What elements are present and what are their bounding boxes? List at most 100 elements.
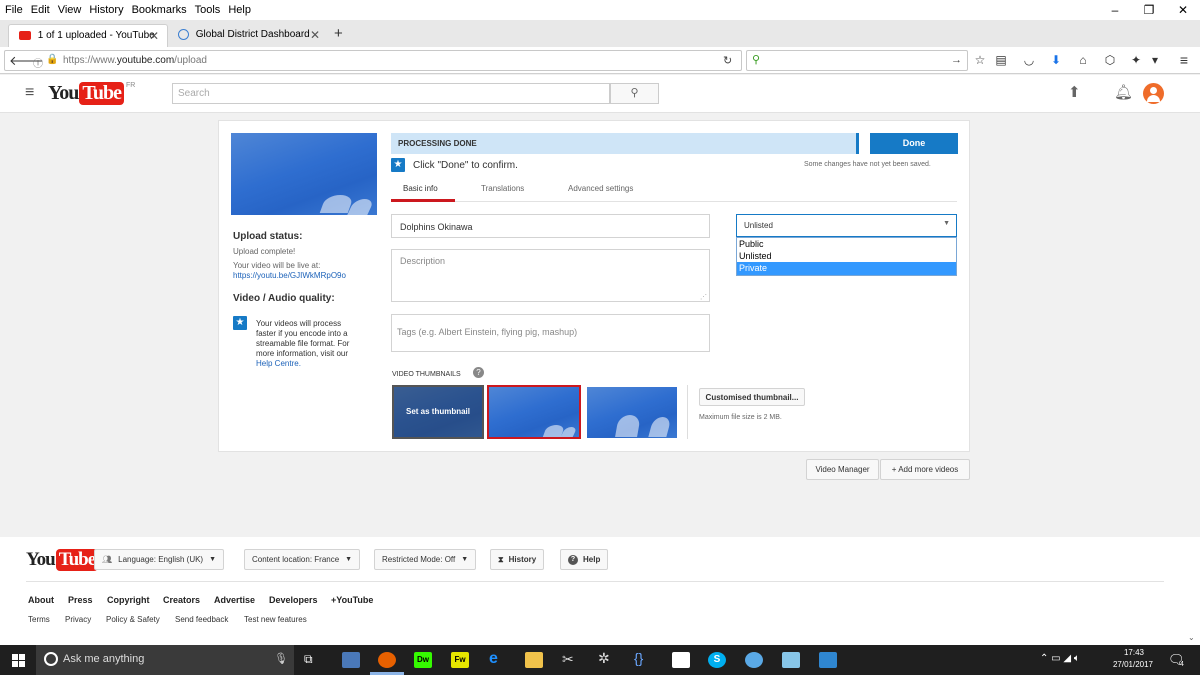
cortana-search-box[interactable]: Ask me anything 🎙︎ (36, 645, 294, 675)
content-location-button[interactable]: Content location: France ▼ (244, 549, 361, 570)
youtube-logo[interactable]: You Tube FR (48, 82, 135, 105)
notifications-bell-icon[interactable]: 🔔︎ (1114, 83, 1133, 101)
hamburger-menu-icon[interactable]: ≡ (1176, 52, 1192, 68)
reading-list-icon[interactable]: ▤ (993, 52, 1009, 68)
footer-link-plus-youtube[interactable]: +YouTube (331, 595, 373, 605)
tab-global-district-dashboard[interactable]: Global District Dashboard ✕ (168, 24, 328, 47)
minimize-button[interactable]: – (1098, 0, 1132, 20)
menu-tools[interactable]: Tools (195, 4, 221, 16)
code-braces-icon[interactable]: {} (634, 650, 643, 666)
menu-history[interactable]: History (89, 4, 123, 16)
tools-icon[interactable]: ✂ (562, 651, 574, 668)
thumbnail-option-3[interactable] (587, 387, 677, 438)
browser-icon[interactable] (745, 652, 763, 668)
footer-link-advertise[interactable]: Advertise (214, 595, 255, 605)
menu-bookmarks[interactable]: Bookmarks (132, 4, 187, 16)
set-as-thumbnail-label[interactable]: Set as thumbnail (394, 407, 482, 416)
new-tab-button[interactable]: + (334, 25, 343, 42)
close-tab-icon[interactable]: ✕ (310, 24, 320, 46)
edge-icon[interactable]: e (489, 650, 498, 668)
bookmark-star-icon[interactable]: ☆ (972, 52, 988, 68)
history-button[interactable]: ⧗ History (490, 549, 545, 570)
footer-link-press[interactable]: Press (68, 595, 93, 605)
search-engine-icon[interactable]: ⚲ (752, 53, 760, 66)
footer-link-test-new-features[interactable]: Test new features (244, 615, 307, 624)
tags-input[interactable]: Tags (e.g. Albert Einstein, flying pig, … (391, 314, 710, 352)
footer-link-creators[interactable]: Creators (163, 595, 200, 605)
skype-icon[interactable]: S (708, 652, 726, 668)
settings-gear-icon[interactable]: ✲ (598, 650, 610, 667)
customised-thumbnail-button[interactable]: Customised thumbnail... (699, 388, 805, 406)
footer-link-developers[interactable]: Developers (269, 595, 318, 605)
pocket-icon[interactable]: ◡ (1021, 52, 1037, 68)
file-explorer-icon[interactable] (525, 652, 543, 668)
addon-icon[interactable]: ✦ (1128, 52, 1144, 68)
download-icon[interactable]: ⬇ (1048, 52, 1064, 68)
windows-start-icon[interactable] (12, 654, 25, 667)
restricted-mode-button[interactable]: Restricted Mode: Off ▼ (374, 549, 477, 570)
help-question-icon[interactable]: ? (473, 367, 484, 378)
restore-button[interactable]: ❐ (1132, 0, 1166, 20)
clock-date[interactable]: 27/01/2017 (1110, 660, 1156, 669)
thumbnail-option-2-selected[interactable] (487, 385, 581, 439)
url-bar[interactable]: 🡐 ⓘ 🔒 https://www.youtube.com/upload ↻ (4, 50, 742, 71)
menu-help[interactable]: Help (228, 4, 251, 16)
footer-link-privacy[interactable]: Privacy (65, 615, 91, 624)
privacy-select[interactable]: Unlisted ▼ (736, 214, 957, 237)
avatar[interactable] (1143, 83, 1164, 104)
footer-youtube-logo[interactable]: You Tube (26, 549, 99, 571)
help-centre-link[interactable]: Help Centre. (256, 359, 376, 369)
tab-basic-info[interactable]: Basic info (403, 184, 438, 193)
go-arrow-icon[interactable]: → (951, 54, 962, 66)
browser-search-field[interactable]: ⚲ → (746, 50, 968, 71)
app-icon-1[interactable] (342, 652, 360, 668)
thumbnail-option-1[interactable]: Set as thumbnail (392, 385, 484, 439)
help-button[interactable]: ? Help (560, 549, 609, 570)
footer-link-terms[interactable]: Terms (28, 615, 50, 624)
title-input[interactable]: Dolphins Okinawa (391, 214, 710, 238)
tab-advanced-settings[interactable]: Advanced settings (568, 184, 633, 193)
app-icon-3[interactable] (819, 652, 837, 668)
search-button[interactable]: ⚲ (610, 83, 659, 104)
scrollbar-down-arrow-icon[interactable]: ⌄ (1188, 633, 1195, 642)
search-input[interactable]: Search (172, 83, 610, 104)
info-icon[interactable]: ⓘ (33, 55, 43, 70)
video-manager-button[interactable]: Video Manager (806, 459, 879, 480)
tray-icons[interactable]: ⌃ ▭ ◢ 🔈︎ (1040, 653, 1080, 664)
footer-link-about[interactable]: About (28, 595, 54, 605)
guide-menu-icon[interactable]: ≡ (25, 84, 34, 102)
app-icon-2[interactable] (782, 652, 800, 668)
privacy-option-private[interactable]: Private (737, 262, 956, 275)
done-button[interactable]: Done (870, 133, 958, 154)
description-textarea[interactable]: Description ⋰ (391, 249, 710, 302)
menu-edit[interactable]: Edit (31, 4, 50, 16)
task-view-icon[interactable]: ⧉ (304, 652, 313, 667)
close-window-button[interactable]: ✕ (1166, 0, 1200, 20)
video-url-link[interactable]: https://youtu.be/GJIWkMRpO9o (233, 271, 373, 280)
reload-icon[interactable]: ↻ (723, 54, 732, 67)
privacy-option-public[interactable]: Public (737, 238, 956, 250)
menu-view[interactable]: View (58, 4, 82, 16)
footer-link-policy-safety[interactable]: Policy & Safety (106, 615, 160, 624)
footer-link-copyright[interactable]: Copyright (107, 595, 150, 605)
tab-youtube-upload[interactable]: 1 of 1 uploaded - YouTube ✕ (8, 24, 168, 47)
resize-handle-icon[interactable]: ⋰ (700, 293, 707, 301)
clock-time[interactable]: 17:43 (1116, 648, 1152, 657)
dreamweaver-icon[interactable]: Dw (414, 652, 432, 668)
privacy-option-unlisted[interactable]: Unlisted (737, 250, 956, 262)
home-icon[interactable]: ⌂ (1075, 52, 1091, 68)
upload-icon[interactable]: ⬆ (1068, 83, 1081, 101)
tab-translations[interactable]: Translations (481, 184, 524, 193)
add-more-videos-button[interactable]: + Add more videos (880, 459, 970, 480)
firefox-icon[interactable] (378, 652, 396, 668)
language-button[interactable]: 👥︎ Language: English (UK) ▼ (94, 549, 225, 570)
close-tab-icon[interactable]: ✕ (149, 25, 159, 47)
footer-link-send-feedback[interactable]: Send feedback (175, 615, 228, 624)
store-icon[interactable] (672, 652, 690, 668)
extension-icon[interactable]: ⬡ (1102, 52, 1118, 68)
menu-file[interactable]: File (5, 4, 23, 16)
fireworks-icon[interactable]: Fw (451, 652, 469, 668)
video-preview[interactable] (231, 133, 377, 215)
dropdown-icon[interactable]: ▾ (1147, 52, 1163, 68)
microphone-icon[interactable]: 🎙︎ (274, 652, 288, 665)
